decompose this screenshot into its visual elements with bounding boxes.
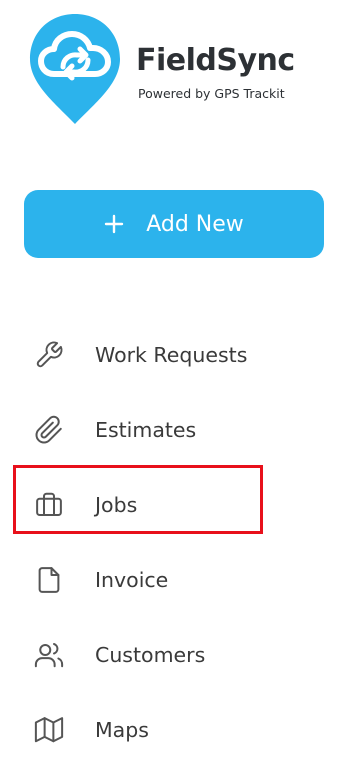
sidebar-nav: Work Requests Estimates Jobs Invoice Cus… [0, 317, 348, 767]
sidebar-item-label: Invoice [95, 567, 169, 592]
brand-name: FieldSync [136, 43, 295, 78]
sidebar-item-estimates[interactable]: Estimates [0, 392, 348, 467]
users-icon [32, 638, 66, 672]
sidebar-item-customers[interactable]: Customers [0, 617, 348, 692]
sidebar-item-label: Jobs [95, 492, 138, 517]
sidebar-item-maps[interactable]: Maps [0, 692, 348, 767]
add-new-label: Add New [146, 211, 244, 237]
sidebar-item-label: Work Requests [95, 342, 248, 367]
briefcase-icon [32, 488, 66, 522]
wrench-icon [32, 338, 66, 372]
sidebar-item-label: Estimates [95, 417, 197, 442]
add-new-button[interactable]: Add New [24, 190, 324, 258]
paperclip-icon [32, 413, 66, 447]
brand-tagline: Powered by GPS Trackit [138, 86, 285, 101]
sidebar-item-jobs[interactable]: Jobs [0, 467, 348, 542]
sidebar-item-work-requests[interactable]: Work Requests [0, 317, 348, 392]
cloud-sync-pin-icon [30, 14, 120, 124]
map-icon [32, 713, 66, 747]
sidebar-item-label: Customers [95, 642, 206, 667]
sidebar-item-label: Maps [95, 717, 149, 742]
plus-icon [105, 214, 124, 234]
sidebar-item-invoice[interactable]: Invoice [0, 542, 348, 617]
brand-logo[interactable]: FieldSync Powered by GPS Trackit [28, 12, 328, 128]
document-icon [32, 563, 66, 597]
